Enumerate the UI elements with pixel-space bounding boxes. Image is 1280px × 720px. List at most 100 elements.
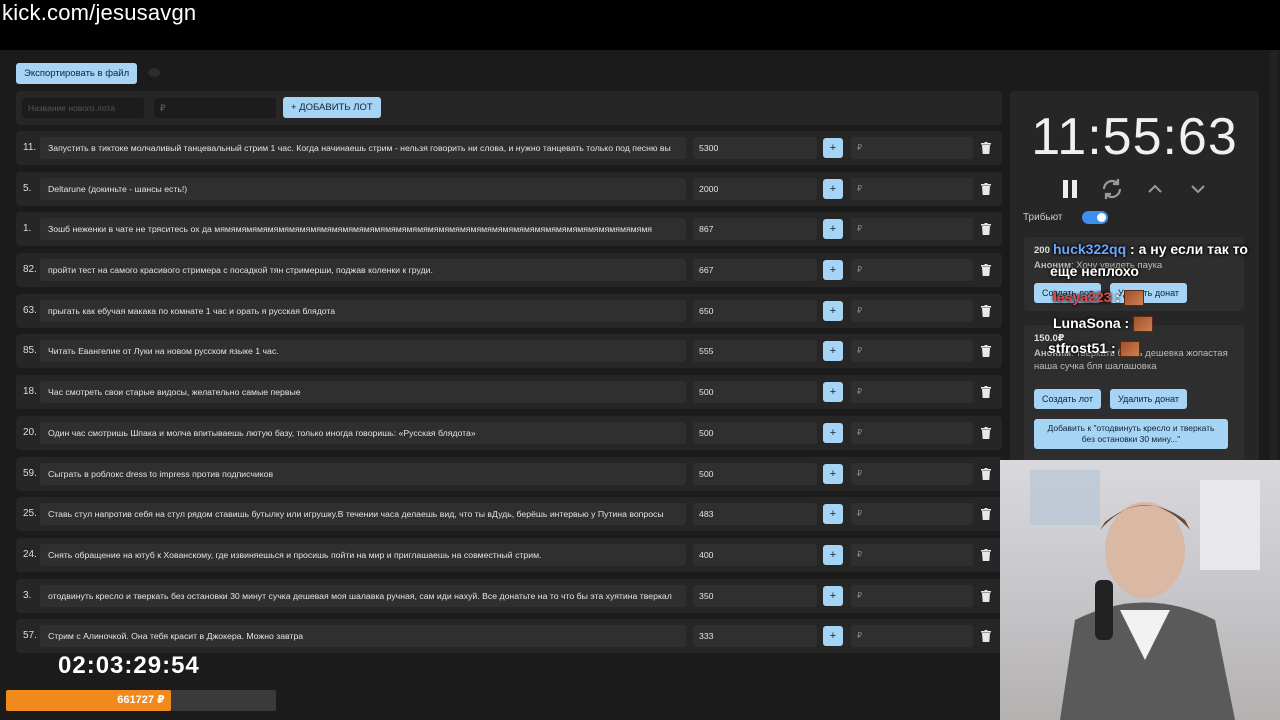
add-to-lot-button[interactable]: Добавить к "отодвинуть кресло и тверкать… — [1034, 419, 1228, 449]
add-amount-input[interactable]: ₽ — [851, 543, 973, 566]
emote-icon — [1119, 341, 1140, 358]
lot-amount-input[interactable]: 5300 — [693, 137, 817, 159]
add-amount-input[interactable]: ₽ — [851, 218, 973, 241]
chat-text: : — [1111, 289, 1120, 305]
lot-name-input[interactable]: Стрим с Алиночкой. Она тебя красит в Джо… — [40, 625, 686, 648]
add-amount-input[interactable]: ₽ — [851, 503, 973, 526]
add-amount-button[interactable]: + — [823, 504, 843, 525]
lot-name-input[interactable]: Deltarune (докиньте - шансы есть!) — [40, 177, 686, 200]
trash-icon[interactable] — [981, 508, 991, 521]
add-amount-button[interactable]: + — [823, 260, 843, 281]
add-amount-input[interactable]: ₽ — [851, 340, 973, 363]
add-amount-input[interactable]: ₽ — [851, 137, 973, 159]
trash-icon[interactable] — [981, 264, 991, 277]
trash-icon[interactable] — [981, 467, 991, 480]
trash-icon[interactable] — [981, 223, 991, 236]
trash-icon[interactable] — [981, 304, 991, 317]
new-lot-amount-input[interactable]: ₽ — [154, 98, 276, 118]
lot-amount-input[interactable]: 333 — [693, 625, 817, 648]
add-amount-input[interactable]: ₽ — [851, 421, 973, 444]
tribute-toggle[interactable] — [1082, 211, 1108, 224]
lot-row: 18. Час смотреть свои старые видосы, жела… — [16, 375, 1002, 410]
add-amount-input[interactable]: ₽ — [851, 625, 973, 648]
add-amount-button[interactable]: + — [823, 585, 843, 606]
add-amount-button[interactable]: + — [823, 422, 843, 443]
new-lot-name-input[interactable]: Название нового лота — [22, 98, 144, 118]
lot-number: 82. — [23, 264, 37, 276]
countdown-clock: 11:55:63 — [1031, 108, 1238, 166]
trash-icon[interactable] — [981, 142, 991, 154]
lot-name-input[interactable]: Час смотреть свои старые видосы, желател… — [40, 381, 686, 404]
lot-amount-input[interactable]: 867 — [693, 218, 817, 241]
trash-icon[interactable] — [981, 182, 991, 195]
trash-icon[interactable] — [981, 426, 991, 439]
lot-number: 1. — [23, 223, 32, 235]
lot-number: 24. — [23, 548, 37, 560]
add-amount-button[interactable]: + — [823, 300, 843, 321]
lot-row: 85. Читать Евангелие от Луки на новом рус… — [16, 334, 1002, 369]
pause-icon[interactable] — [1058, 177, 1082, 201]
lot-number: 85. — [23, 345, 37, 357]
goal-progress-bar: 661727 ₽ — [6, 690, 276, 711]
lot-amount-input[interactable]: 555 — [693, 340, 817, 363]
add-amount-input[interactable]: ₽ — [851, 177, 973, 200]
chevron-down-icon[interactable] — [1186, 177, 1210, 201]
lot-name-input[interactable]: прыгать как ебучая макака по комнате 1 ч… — [40, 299, 686, 322]
chat-username: lesya223 — [1053, 289, 1112, 305]
lot-amount-input[interactable]: 350 — [693, 584, 817, 607]
create-lot-button[interactable]: Создать лот — [1034, 389, 1101, 409]
add-amount-input[interactable]: ₽ — [851, 381, 973, 404]
lot-number: 57. — [23, 630, 37, 642]
add-lot-button[interactable]: + ДОБАВИТЬ ЛОТ — [283, 97, 381, 118]
lot-name-input[interactable]: пройти тест на самого красивого стримера… — [40, 259, 686, 282]
webcam-feed — [1000, 460, 1280, 720]
lot-amount-input[interactable]: 500 — [693, 421, 817, 444]
add-amount-button[interactable]: + — [823, 341, 843, 362]
delete-donation-button[interactable]: Удалить донат — [1110, 389, 1188, 409]
add-amount-input[interactable]: ₽ — [851, 299, 973, 322]
chevron-up-icon[interactable] — [1143, 177, 1167, 201]
lot-number: 5. — [23, 182, 32, 194]
lot-name-input[interactable]: Читать Евангелие от Луки на новом русско… — [40, 340, 686, 363]
trash-icon[interactable] — [981, 548, 991, 561]
lot-amount-input[interactable]: 483 — [693, 503, 817, 526]
trash-icon[interactable] — [981, 345, 991, 358]
add-amount-button[interactable]: + — [823, 626, 843, 647]
add-lot-row: Название нового лота ₽ + ДОБАВИТЬ ЛОТ — [16, 91, 1002, 125]
progress-text: 661727 ₽ — [117, 694, 165, 706]
add-amount-button[interactable]: + — [823, 544, 843, 565]
lot-row: 82. пройти тест на самого красивого стрим… — [16, 253, 1002, 288]
trash-icon[interactable] — [981, 386, 991, 399]
lot-name-input[interactable]: отодвинуть кресло и тверкать без останов… — [40, 584, 686, 607]
add-amount-button[interactable]: + — [823, 463, 843, 484]
lot-amount-input[interactable]: 400 — [693, 543, 817, 566]
lot-amount-input[interactable]: 2000 — [693, 177, 817, 200]
trash-icon[interactable] — [981, 630, 991, 643]
chat-message: stfrost51 : — [1048, 340, 1140, 358]
lot-number: 25. — [23, 508, 37, 520]
lot-row: 11. Запустить в тиктоке молчаливый танцев… — [16, 131, 1002, 165]
add-amount-button[interactable]: + — [823, 178, 843, 199]
lot-name-input[interactable]: Сыграть в роблокс dress to impress проти… — [40, 462, 686, 485]
add-amount-button[interactable]: + — [823, 382, 843, 403]
stream-url: kick.com/jesusavgn — [2, 0, 197, 25]
lot-name-input[interactable]: Снять обращение на ютуб к Хованскому, гд… — [40, 543, 686, 566]
lot-name-input[interactable]: Зошб неженки в чате не тряситесь ох да м… — [40, 218, 686, 241]
add-amount-button[interactable]: + — [823, 138, 843, 158]
chat-username: huck322qq — [1053, 241, 1127, 257]
trash-icon[interactable] — [981, 589, 991, 602]
add-amount-input[interactable]: ₽ — [851, 259, 973, 282]
lot-amount-input[interactable]: 667 — [693, 259, 817, 282]
lot-amount-input[interactable]: 650 — [693, 299, 817, 322]
lot-amount-input[interactable]: 500 — [693, 462, 817, 485]
reset-icon[interactable] — [1100, 177, 1124, 201]
lot-amount-input[interactable]: 500 — [693, 381, 817, 404]
lot-name-input[interactable]: Запустить в тиктоке молчаливый танцеваль… — [40, 137, 686, 159]
add-amount-input[interactable]: ₽ — [851, 584, 973, 607]
export-button[interactable]: Экспортировать в файл — [16, 63, 138, 84]
add-amount-input[interactable]: ₽ — [851, 462, 973, 485]
lot-name-input[interactable]: Ставь стул напротив себя на стул рядом с… — [40, 503, 686, 526]
eye-icon[interactable] — [148, 68, 160, 77]
add-amount-button[interactable]: + — [823, 219, 843, 240]
lot-name-input[interactable]: Один час смотришь Шпака и молча впитывае… — [40, 421, 686, 444]
